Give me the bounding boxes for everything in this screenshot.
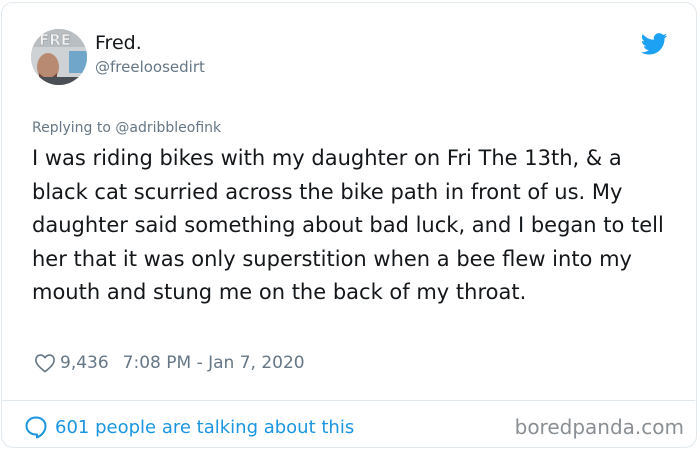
heart-icon[interactable] [34,353,56,373]
avatar[interactable]: FRE [31,29,87,85]
speech-bubble-icon [24,415,48,439]
avatar-sign-text: FRE [39,31,71,49]
like-count[interactable]: 9,436 [60,353,109,373]
tweet-timestamp[interactable]: 7:08 PM - Jan 7, 2020 [123,353,305,373]
tweet-meta: 9,436 7:08 PM - Jan 7, 2020 [34,350,305,376]
source-watermark: boredpanda.com [514,415,684,439]
talking-count-label: 601 people are talking about this [55,416,355,438]
replying-to-label[interactable]: Replying to @adribbleofink [32,120,221,136]
twitter-bird-icon[interactable] [640,33,668,55]
tweet-text: I was riding bikes with my daughter on F… [32,146,664,304]
conversation-link[interactable]: 601 people are talking about this [24,413,354,441]
display-name[interactable]: Fred. [95,32,142,54]
user-handle[interactable]: @freeloosedirt [95,58,205,76]
footer-divider [1,400,695,401]
